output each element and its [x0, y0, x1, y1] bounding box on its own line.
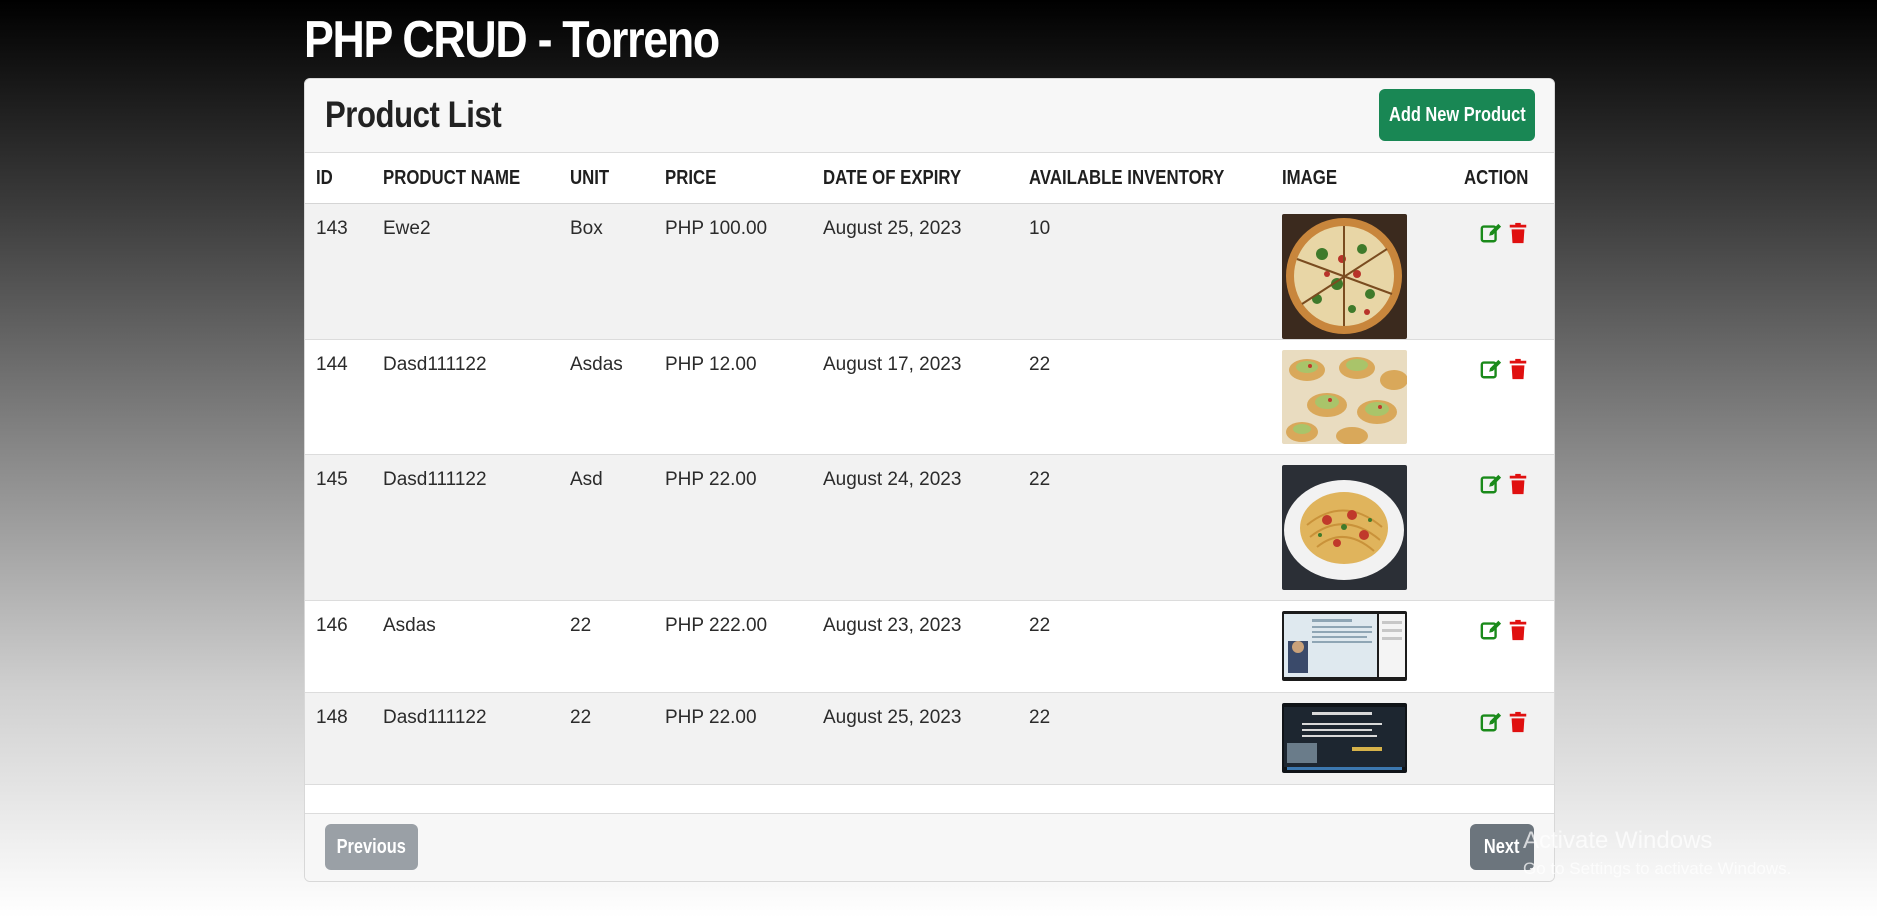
column-header-available-inventory: AVAILABLE INVENTORY [1018, 153, 1271, 204]
dark-slide-screenshot-image [1282, 703, 1407, 773]
cell-price: PHP 12.00 [654, 339, 812, 455]
card-header: Product List Add New Product [305, 79, 1554, 153]
column-header-date-of-expiry: DATE OF EXPIRY [812, 153, 1018, 204]
column-header-unit: UNIT [559, 153, 654, 204]
trash-icon[interactable] [1507, 358, 1529, 380]
cell-actions [1453, 454, 1554, 601]
cell-id: 145 [305, 454, 372, 601]
cell-product-name: Dasd111122 [372, 339, 559, 455]
page-title: Product List [325, 94, 502, 135]
cell-actions [1453, 692, 1554, 785]
watermark-title: Activate Windows [1523, 827, 1713, 854]
previous-button[interactable]: Previous [325, 824, 418, 870]
cell-unit: Box [559, 203, 654, 340]
column-header-id: ID [305, 153, 372, 204]
next-button[interactable]: Next [1470, 824, 1534, 870]
cell-actions [1453, 203, 1554, 340]
cell-image [1271, 203, 1453, 340]
cell-inventory: 10 [1018, 203, 1271, 340]
table-row: 148 Dasd111122 22 PHP 22.00 August 25, 2… [305, 692, 1554, 785]
cell-inventory: 22 [1018, 339, 1271, 455]
column-header-image: IMAGE [1271, 153, 1453, 204]
cell-expiry: August 25, 2023 [812, 692, 1018, 785]
product-table: ID PRODUCT NAME UNIT PRICE DATE OF EXPIR… [305, 153, 1554, 785]
edit-icon[interactable] [1480, 222, 1502, 244]
pizza-image [1282, 214, 1407, 339]
cell-id: 146 [305, 600, 372, 693]
trash-icon[interactable] [1507, 222, 1529, 244]
trash-icon[interactable] [1507, 711, 1529, 733]
table-row: 143 Ewe2 Box PHP 100.00 August 25, 2023 … [305, 203, 1554, 340]
cell-image [1271, 454, 1453, 601]
cell-unit: 22 [559, 600, 654, 693]
cell-id: 144 [305, 339, 372, 455]
pagination-footer: Previous Next [305, 813, 1554, 881]
cell-product-name: Dasd111122 [372, 454, 559, 601]
cell-expiry: August 17, 2023 [812, 339, 1018, 455]
edit-icon[interactable] [1480, 473, 1502, 495]
cell-product-name: Dasd111122 [372, 692, 559, 785]
cell-product-name: Asdas [372, 600, 559, 693]
table-row: 144 Dasd111122 Asdas PHP 12.00 August 17… [305, 339, 1554, 455]
trash-icon[interactable] [1507, 473, 1529, 495]
crostini-image [1282, 350, 1407, 444]
cell-id: 148 [305, 692, 372, 785]
table-row: 145 Dasd111122 Asd PHP 22.00 August 24, … [305, 454, 1554, 601]
cell-image [1271, 692, 1453, 785]
cell-unit: Asd [559, 454, 654, 601]
product-list-card: Product List Add New Product ID PRODUCT … [304, 78, 1555, 882]
cell-actions [1453, 600, 1554, 693]
cell-price: PHP 100.00 [654, 203, 812, 340]
cell-expiry: August 23, 2023 [812, 600, 1018, 693]
edit-icon[interactable] [1480, 619, 1502, 641]
table-header-row: ID PRODUCT NAME UNIT PRICE DATE OF EXPIR… [305, 153, 1554, 204]
edit-icon[interactable] [1480, 711, 1502, 733]
cell-price: PHP 22.00 [654, 454, 812, 601]
cell-inventory: 22 [1018, 692, 1271, 785]
cell-product-name: Ewe2 [372, 203, 559, 340]
cell-actions [1453, 339, 1554, 455]
cell-unit: Asdas [559, 339, 654, 455]
spaghetti-image [1282, 465, 1407, 590]
trash-icon[interactable] [1507, 619, 1529, 641]
column-header-price: PRICE [654, 153, 812, 204]
watermark-subtitle: Go to Settings to activate Windows. [1523, 859, 1792, 878]
cell-expiry: August 25, 2023 [812, 203, 1018, 340]
add-new-product-button[interactable]: Add New Product [1379, 89, 1535, 141]
cell-image [1271, 600, 1453, 693]
cell-unit: 22 [559, 692, 654, 785]
cell-expiry: August 24, 2023 [812, 454, 1018, 601]
table-row: 146 Asdas 22 PHP 222.00 August 23, 2023 … [305, 600, 1554, 693]
edit-icon[interactable] [1480, 358, 1502, 380]
column-header-product-name: PRODUCT NAME [372, 153, 559, 204]
cell-id: 143 [305, 203, 372, 340]
column-header-action: ACTION [1453, 153, 1554, 204]
app-title: PHP CRUD - Torreno [304, 11, 720, 69]
cell-price: PHP 22.00 [654, 692, 812, 785]
activate-windows-watermark: Activate Windows Go to Settings to activ… [1523, 826, 1791, 882]
cell-inventory: 22 [1018, 600, 1271, 693]
cell-image [1271, 339, 1453, 455]
cell-inventory: 22 [1018, 454, 1271, 601]
slide-screenshot-image [1282, 611, 1407, 681]
cell-price: PHP 222.00 [654, 600, 812, 693]
